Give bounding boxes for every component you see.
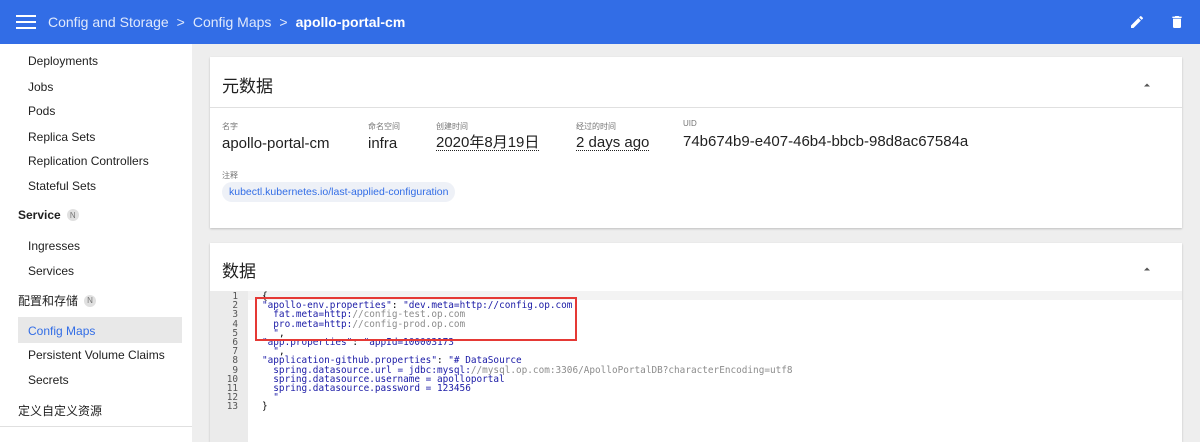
breadcrumb-config-maps[interactable]: Config Maps — [193, 14, 272, 30]
metadata-title: 元数据 — [222, 77, 273, 96]
sidebar-item-jobs[interactable]: Jobs — [28, 80, 53, 94]
chevron-up-icon[interactable] — [1142, 77, 1152, 87]
uid-label: UID — [683, 119, 697, 128]
sidebar-item-config-maps[interactable]: Config Maps — [28, 324, 95, 338]
age-value: 2 days ago — [576, 134, 650, 151]
sidebar: Deployments Jobs Pods Replica Sets Repli… — [0, 44, 192, 442]
sidebar-item-replication-controllers[interactable]: Replication Controllers — [28, 154, 149, 168]
namespaced-badge: N — [66, 209, 79, 221]
top-bar: Config and Storage > Config Maps > apoll… — [0, 0, 1200, 44]
sidebar-item-deployments[interactable]: Deployments — [28, 54, 98, 68]
breadcrumb-separator: > — [279, 14, 288, 30]
breadcrumb-current: apollo-portal-cm — [295, 14, 406, 30]
code-line: } — [262, 402, 268, 411]
created-value: 2020年8月19日 — [436, 134, 540, 151]
trash-icon[interactable] — [1168, 13, 1186, 31]
card-divider — [210, 107, 1182, 108]
sidebar-section-service[interactable]: Service N — [18, 208, 79, 222]
data-card: 数据 1 2 3 4 5 6 7 8 9 10 11 12 13{"apollo-env.propert… — [210, 243, 1182, 442]
sidebar-item-pods[interactable]: Pods — [28, 104, 55, 118]
name-value: apollo-portal-cm — [222, 135, 330, 152]
namespace-value: infra — [368, 135, 398, 152]
code-line: spring.datasource.password = 123456 — [262, 384, 471, 393]
data-title: 数据 — [222, 262, 256, 281]
chevron-up-icon[interactable] — [1142, 261, 1152, 271]
code-token: } — [262, 401, 268, 413]
sidebar-item-persistent-volume-claims[interactable]: Persistent Volume Claims — [28, 348, 165, 362]
sidebar-section-label: Service — [18, 208, 61, 222]
pencil-icon[interactable] — [1128, 13, 1146, 31]
created-label: 创建时间 — [436, 122, 468, 131]
age-label: 经过的时间 — [576, 122, 616, 131]
sidebar-section-custom-resources[interactable]: 定义自定义资源 — [18, 402, 102, 419]
menu-icon[interactable] — [16, 15, 36, 29]
namespaced-badge: N — [84, 294, 97, 307]
sidebar-item-services[interactable]: Services — [28, 264, 74, 278]
name-label: 名字 — [222, 122, 238, 131]
namespace-label: 命名空间 — [368, 122, 400, 131]
sidebar-item-stateful-sets[interactable]: Stateful Sets — [28, 179, 96, 193]
sidebar-item-secrets[interactable]: Secrets — [28, 373, 69, 387]
annotations-label: 注释 — [222, 171, 238, 180]
sidebar-section-label: 配置和存储 — [18, 294, 79, 308]
breadcrumb-separator: > — [176, 14, 185, 30]
line-number: 13 — [226, 401, 238, 413]
sidebar-item-replica-sets[interactable]: Replica Sets — [28, 130, 95, 144]
uid-value: 74b674b9-e407-46b4-bbcb-98d8ac67584a — [683, 133, 969, 150]
metadata-card: 元数据 名字 apollo-portal-cm 命名空间 infra 创建时间 … — [210, 57, 1182, 228]
sidebar-divider — [0, 426, 192, 427]
code-token: spring.datasource.password = 123456 — [262, 383, 471, 394]
code-token: //mysql.op.com:3306/ApolloPortalDB?chara… — [470, 364, 793, 376]
sidebar-section-config-storage[interactable]: 配置和存储 N — [18, 292, 97, 309]
annotation-chip[interactable]: kubectl.kubernetes.io/last-applied-confi… — [222, 182, 456, 202]
breadcrumb-config-storage[interactable]: Config and Storage — [48, 14, 169, 30]
sidebar-item-ingresses[interactable]: Ingresses — [28, 239, 80, 253]
annotation-highlight-box — [255, 297, 577, 341]
